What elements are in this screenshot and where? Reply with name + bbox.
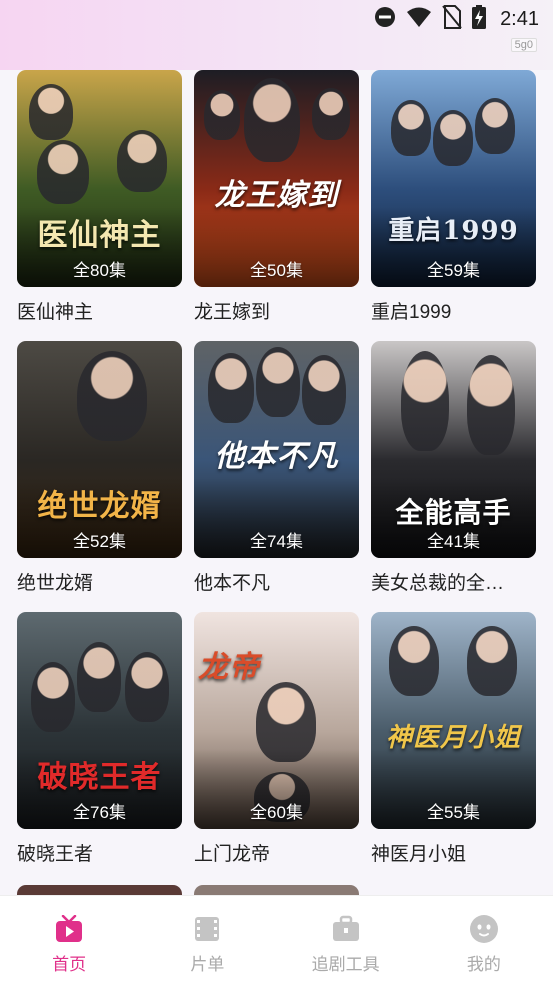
poster-title-art: 绝世龙婿: [37, 489, 162, 524]
drama-poster[interactable]: 全能高手 全41集: [371, 341, 536, 558]
tab-home[interactable]: 首页: [0, 896, 138, 983]
drama-poster[interactable]: 神医月小姐 全55集: [371, 612, 536, 829]
episode-count: 全52集: [73, 532, 126, 551]
film-icon: [192, 914, 222, 944]
drama-poster[interactable]: 他本不凡 全74集: [194, 341, 359, 558]
dnd-icon: [374, 6, 396, 33]
drama-title[interactable]: 美女总裁的全…: [371, 568, 536, 595]
episode-count: 全76集: [73, 803, 126, 822]
drama-card[interactable]: 医仙神主 全80集 医仙神主: [17, 70, 182, 341]
drama-title[interactable]: 神医月小姐: [371, 839, 536, 866]
bottom-tab-bar: 首页 片单 追剧工具 我的: [0, 895, 553, 983]
poster-title-art: 龙王嫁到: [214, 178, 339, 213]
battery-charging-icon: [472, 4, 487, 34]
drama-card[interactable]: 神医月小姐 全55集 神医月小姐: [371, 612, 536, 883]
drama-card[interactable]: 龙帝 全60集 上门龙帝: [194, 612, 359, 883]
episode-count: 全50集: [250, 261, 303, 280]
drama-poster[interactable]: 医仙神主 全80集: [17, 70, 182, 287]
drama-card[interactable]: 全能高手 全41集 美女总裁的全…: [371, 341, 536, 612]
drama-card[interactable]: 绝世龙婿 全52集 绝世龙婿: [17, 341, 182, 612]
toolbox-icon: [331, 914, 361, 944]
drama-grid: 医仙神主 全80集 医仙神主 龙王嫁到 全50集 龙王嫁到 重启1999 全59…: [17, 70, 537, 883]
episode-count: 全80集: [73, 261, 126, 280]
drama-title[interactable]: 龙王嫁到: [194, 297, 359, 324]
episode-count: 全41集: [427, 532, 480, 551]
drama-card[interactable]: 破晓王者 全76集 破晓王者: [17, 612, 182, 883]
drama-card[interactable]: 重启1999 全59集 重启1999: [371, 70, 536, 341]
tab-tools[interactable]: 追剧工具: [277, 896, 415, 983]
drama-title[interactable]: 破晓王者: [17, 839, 182, 866]
status-time: 2:41: [500, 7, 539, 30]
drama-card[interactable]: 龙王嫁到 全50集 龙王嫁到: [194, 70, 359, 341]
poster-title-art: 他本不凡: [214, 439, 339, 474]
episode-count: 全74集: [250, 532, 303, 551]
drama-poster[interactable]: 绝世龙婿 全52集: [17, 341, 182, 558]
tab-label: 首页: [52, 955, 87, 974]
drama-poster[interactable]: 破晓王者 全76集: [17, 612, 182, 829]
poster-title-art: 医仙神主: [37, 218, 162, 253]
drama-poster[interactable]: 龙王嫁到 全50集: [194, 70, 359, 287]
poster-title-art: 破晓王者: [37, 760, 162, 795]
drama-title[interactable]: 医仙神主: [17, 297, 182, 324]
tab-label: 追剧工具: [311, 955, 380, 974]
tab-label: 我的: [466, 955, 501, 974]
poster-title-art: 全能高手: [395, 496, 512, 529]
poster-title-art: 重启1999: [388, 216, 519, 246]
episode-count: 全59集: [427, 261, 480, 280]
tv-icon: [54, 914, 84, 944]
status-bar: 2:41 5g0: [0, 0, 553, 52]
network-tag: 5g0: [510, 38, 537, 52]
episode-count: 全55集: [427, 803, 480, 822]
poster-title-art: 神医月小姐: [385, 723, 521, 753]
drama-title[interactable]: 他本不凡: [194, 568, 359, 595]
profile-icon: [469, 914, 499, 944]
drama-card[interactable]: 他本不凡 全74集 他本不凡: [194, 341, 359, 612]
wifi-icon: [406, 6, 432, 33]
episode-count: 全60集: [250, 803, 303, 822]
drama-poster[interactable]: 重启1999 全59集: [371, 70, 536, 287]
poster-title-art: 龙帝: [198, 650, 260, 685]
drama-poster[interactable]: 龙帝 全60集: [194, 612, 359, 829]
drama-title[interactable]: 绝世龙婿: [17, 568, 182, 595]
tab-playlist[interactable]: 片单: [138, 896, 276, 983]
drama-title[interactable]: 重启1999: [371, 297, 536, 324]
tab-label: 片单: [190, 955, 225, 974]
no-sim-icon: [442, 4, 462, 34]
drama-title[interactable]: 上门龙帝: [194, 839, 359, 866]
tab-profile[interactable]: 我的: [415, 896, 553, 983]
